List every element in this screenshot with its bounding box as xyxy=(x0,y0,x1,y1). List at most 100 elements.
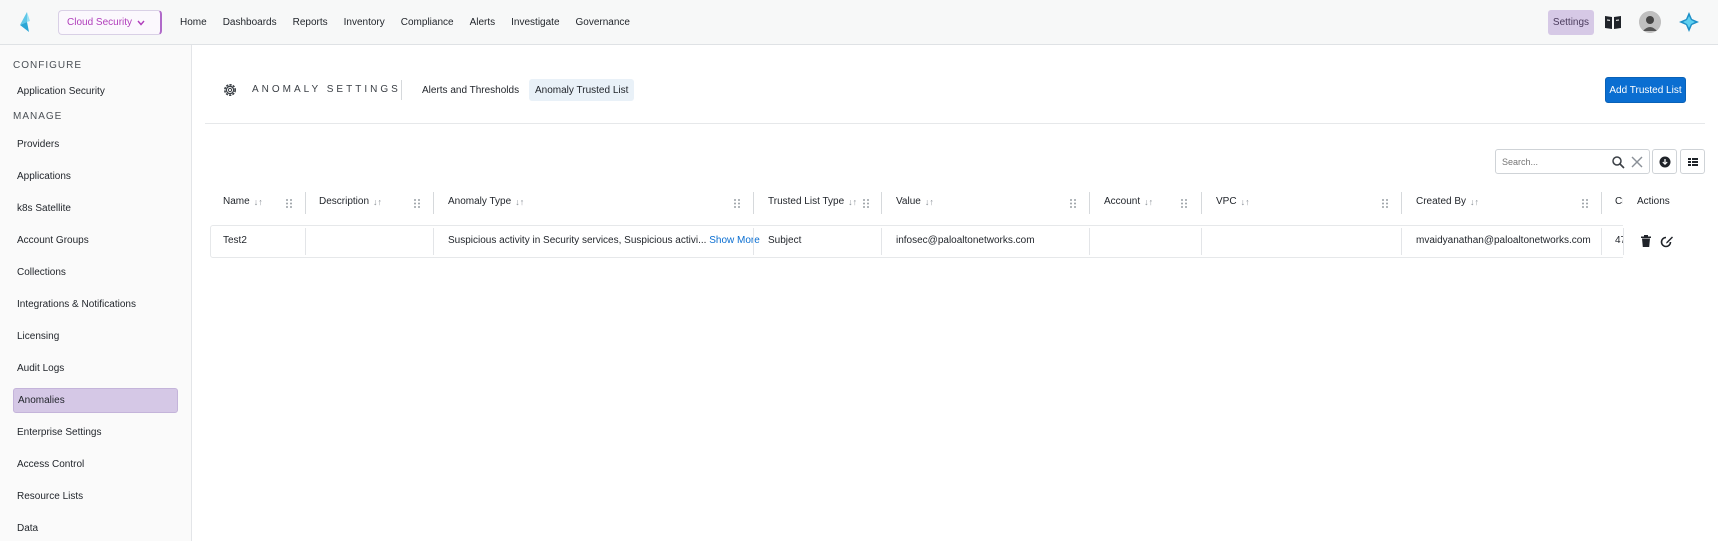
sidebar-item-application-security[interactable]: Application Security xyxy=(13,79,178,104)
column-divider[interactable] xyxy=(433,192,434,214)
search-input[interactable] xyxy=(1502,154,1602,170)
column-header-label: Trusted List Type xyxy=(768,196,845,207)
sidebar-item-access-control[interactable]: Access Control xyxy=(13,452,178,477)
nav-alerts[interactable]: Alerts xyxy=(470,17,496,28)
product-switcher-label: Cloud Security xyxy=(67,17,133,28)
cell-divider xyxy=(753,228,754,255)
column-header-vpc[interactable]: VPC ↓↑ xyxy=(1216,196,1250,207)
cell-trusted-list-type: Subject xyxy=(768,235,802,246)
column-divider[interactable] xyxy=(1401,192,1402,214)
column-header-label: Value xyxy=(896,196,921,207)
column-header-label: VPC xyxy=(1216,196,1237,207)
column-divider[interactable] xyxy=(305,192,306,214)
sidebar-item-audit-logs[interactable]: Audit Logs xyxy=(13,356,178,381)
drag-handle-icon[interactable] xyxy=(1381,198,1389,209)
sort-icon[interactable]: ↓↑ xyxy=(848,197,857,207)
product-switcher[interactable]: Cloud Security xyxy=(58,10,162,35)
cell-created-by: mvaidyanathan@paloaltonetworks.com xyxy=(1416,235,1591,246)
sidebar-item-data[interactable]: Data xyxy=(13,516,178,541)
column-header-account[interactable]: Account ↓↑ xyxy=(1104,196,1153,207)
search-box xyxy=(1495,149,1650,174)
column-header-created-by[interactable]: Created By ↓↑ xyxy=(1416,196,1479,207)
cell-value: infosec@paloaltonetworks.com xyxy=(896,235,1035,246)
column-divider[interactable] xyxy=(1201,192,1202,214)
nav-compliance[interactable]: Compliance xyxy=(401,17,454,28)
nav-investigate[interactable]: Investigate xyxy=(511,17,559,28)
drag-handle-icon[interactable] xyxy=(413,198,421,209)
user-icon xyxy=(1639,11,1661,33)
column-header-description[interactable]: Description ↓↑ xyxy=(319,196,382,207)
anomaly-type-text: Suspicious activity in Security services… xyxy=(448,235,707,246)
nav-home[interactable]: Home xyxy=(180,17,207,28)
sidebar-item-k8s-satellite[interactable]: k8s Satellite xyxy=(13,196,178,221)
column-divider[interactable] xyxy=(1601,192,1602,214)
close-icon[interactable] xyxy=(1631,156,1643,168)
chevron-down-icon xyxy=(137,20,145,26)
column-divider[interactable] xyxy=(1089,192,1090,214)
sort-icon[interactable]: ↓↑ xyxy=(373,197,382,207)
columns-icon xyxy=(1687,157,1698,166)
sort-icon[interactable]: ↓↑ xyxy=(1144,197,1153,207)
sidebar-item-collections[interactable]: Collections xyxy=(13,260,178,285)
sort-icon[interactable]: ↓↑ xyxy=(1241,197,1250,207)
sidebar-item-integrations[interactable]: Integrations & Notifications xyxy=(13,292,178,317)
column-header-label: Name xyxy=(223,196,250,207)
sidebar-item-applications[interactable]: Applications xyxy=(13,164,178,189)
sidebar-item-licensing[interactable]: Licensing xyxy=(13,324,178,349)
column-header-label: Description xyxy=(319,196,370,207)
column-header-trusted-list-type[interactable]: Trusted List Type ↓↑ xyxy=(768,196,857,207)
user-avatar[interactable] xyxy=(1639,11,1661,33)
page-title: ANOMALY SETTINGS xyxy=(252,84,401,95)
drag-handle-icon[interactable] xyxy=(862,198,870,209)
column-settings-button[interactable] xyxy=(1680,149,1705,174)
sidebar-item-account-groups[interactable]: Account Groups xyxy=(13,228,178,253)
sort-icon[interactable]: ↓↑ xyxy=(254,197,263,207)
sort-icon[interactable]: ↓↑ xyxy=(925,197,934,207)
download-icon xyxy=(1659,156,1670,167)
column-divider[interactable] xyxy=(881,192,882,214)
nav-inventory[interactable]: Inventory xyxy=(344,17,385,28)
nav-reports[interactable]: Reports xyxy=(293,17,328,28)
edit-icon[interactable] xyxy=(1660,234,1674,248)
column-header-label: Created By xyxy=(1416,196,1467,207)
sort-icon[interactable]: ↓↑ xyxy=(515,197,524,207)
nav-governance[interactable]: Governance xyxy=(576,17,630,28)
app-launcher-icon[interactable] xyxy=(1678,11,1700,33)
trash-icon[interactable] xyxy=(1639,234,1653,248)
top-bar: Cloud Security Home Dashboards Reports I… xyxy=(0,0,1718,45)
sidebar-item-resource-lists[interactable]: Resource Lists xyxy=(13,484,178,509)
sidebar-heading-configure: CONFIGURE xyxy=(13,60,82,71)
sidebar: CONFIGURE Application Security MANAGE Pr… xyxy=(0,45,192,541)
sidebar-item-providers[interactable]: Providers xyxy=(13,132,178,157)
add-trusted-list-button[interactable]: Add Trusted List xyxy=(1605,77,1686,103)
nav-dashboards[interactable]: Dashboards xyxy=(223,17,277,28)
cell-divider xyxy=(1601,228,1602,255)
sidebar-heading-manage: MANAGE xyxy=(13,111,63,122)
top-navigation: Home Dashboards Reports Inventory Compli… xyxy=(180,0,646,44)
title-divider xyxy=(401,80,402,100)
prisma-logo-icon[interactable] xyxy=(16,11,38,33)
column-header-label: Account xyxy=(1104,196,1141,207)
drag-handle-icon[interactable] xyxy=(733,198,741,209)
column-header-anomaly-type[interactable]: Anomaly Type ↓↑ xyxy=(448,196,524,207)
sidebar-item-anomalies[interactable]: Anomalies xyxy=(13,388,178,413)
gear-icon xyxy=(224,84,236,96)
drag-handle-icon[interactable] xyxy=(1581,198,1589,209)
tab-anomaly-trusted-list[interactable]: Anomaly Trusted List xyxy=(529,79,635,101)
sort-icon[interactable]: ↓↑ xyxy=(1470,197,1479,207)
cell-divider xyxy=(1623,228,1624,255)
sidebar-item-enterprise-settings[interactable]: Enterprise Settings xyxy=(13,420,178,445)
drag-handle-icon[interactable] xyxy=(1180,198,1188,209)
tab-alerts-and-thresholds[interactable]: Alerts and Thresholds xyxy=(416,79,525,101)
column-header-label: Anomaly Type xyxy=(448,196,512,207)
column-divider[interactable] xyxy=(753,192,754,214)
column-header-name[interactable]: Name ↓↑ xyxy=(223,196,263,207)
book-icon[interactable] xyxy=(1603,12,1623,32)
drag-handle-icon[interactable] xyxy=(1069,198,1077,209)
settings-button[interactable]: Settings xyxy=(1548,10,1594,35)
drag-handle-icon[interactable] xyxy=(285,198,293,209)
column-header-value[interactable]: Value ↓↑ xyxy=(896,196,934,207)
search-icon[interactable] xyxy=(1611,155,1625,169)
cell-divider xyxy=(881,228,882,255)
download-button[interactable] xyxy=(1652,149,1677,174)
